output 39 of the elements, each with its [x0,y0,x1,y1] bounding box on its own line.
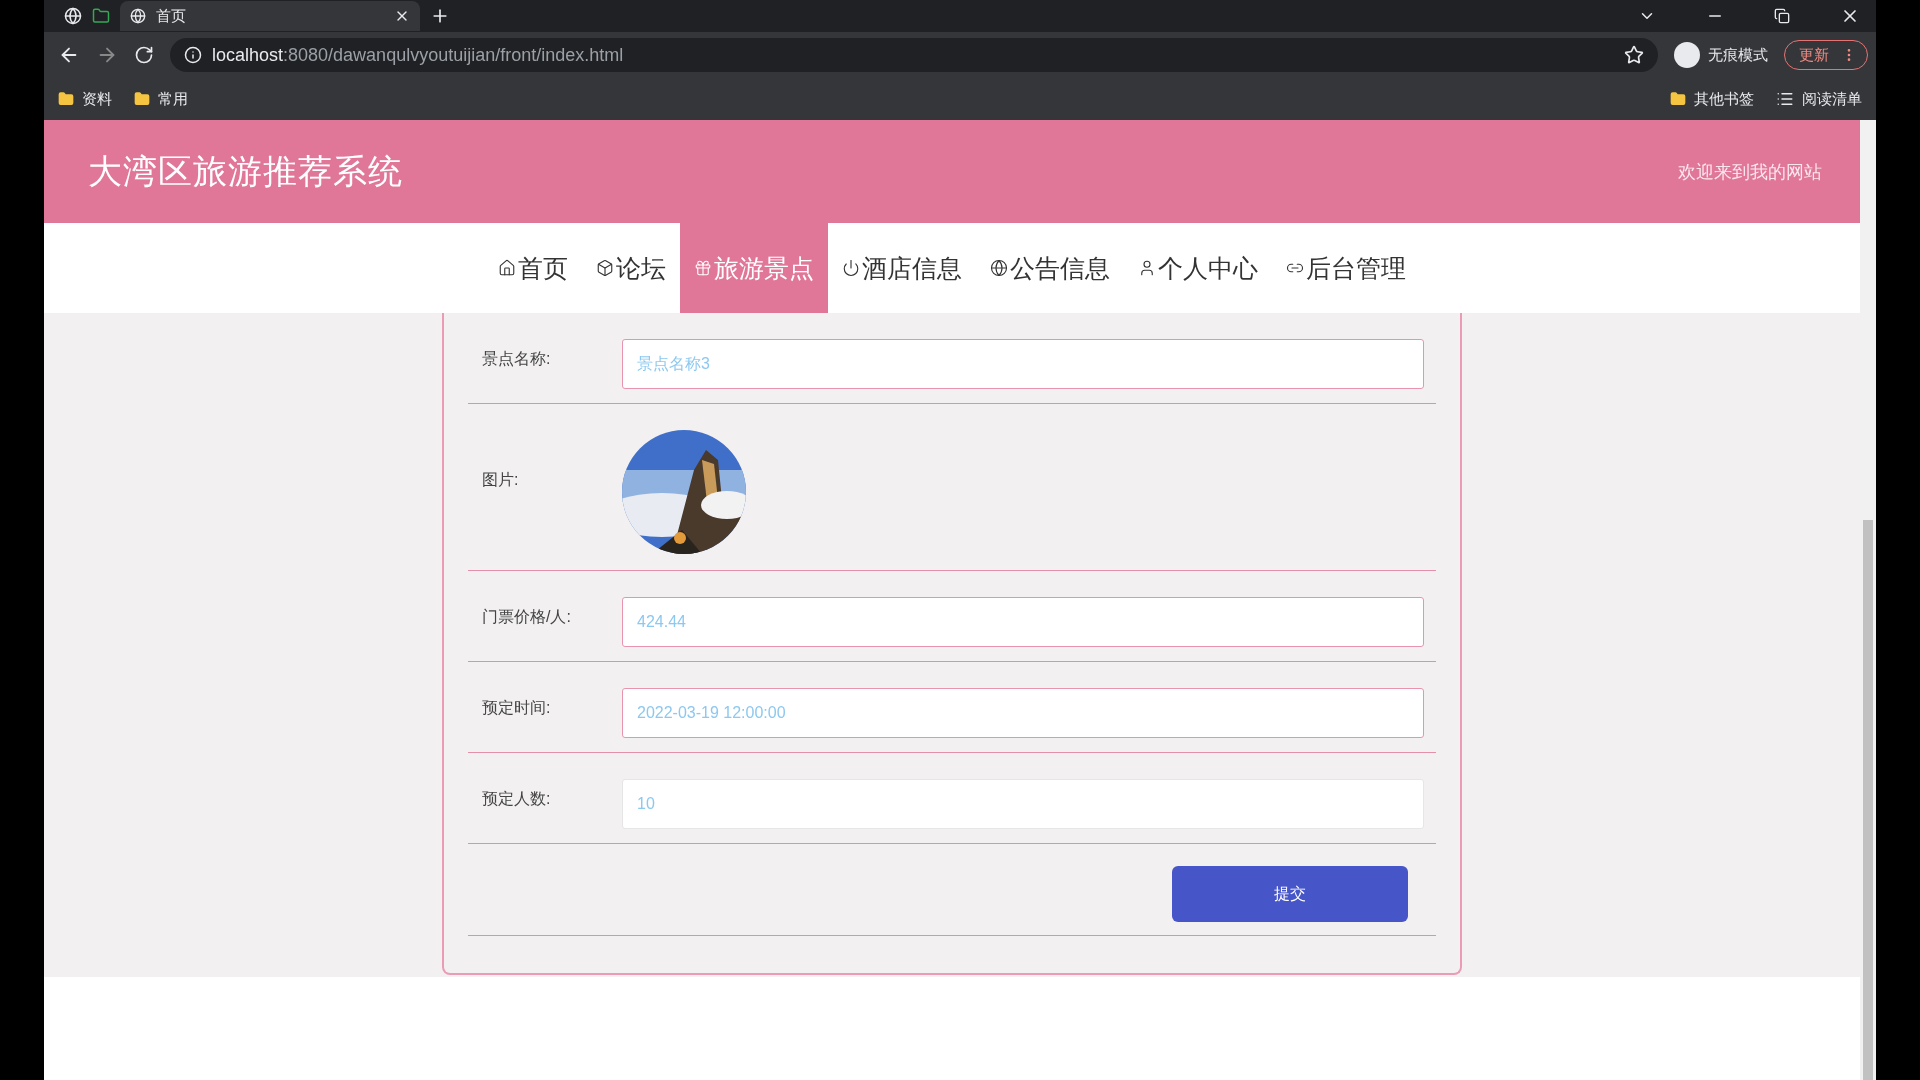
welcome-text: 欢迎来到我的网站 [1678,160,1822,184]
nav-tab[interactable]: 后台管理 [1272,223,1420,313]
bookmark[interactable]: 资料 [58,89,112,109]
globe-icon [990,259,1008,277]
star-icon[interactable] [1624,45,1644,65]
field-label: 图片: [481,470,520,490]
nav-tab[interactable]: 个人中心 [1124,223,1272,313]
globe-icon [130,8,146,24]
bookmark[interactable]: 其他书签 [1670,89,1754,109]
globe-icon[interactable] [64,7,82,25]
info-icon [184,46,202,64]
folder-icon [134,91,150,107]
folder-icon [1670,91,1686,107]
reload-icon[interactable] [134,45,154,65]
incognito-profile[interactable]: 无痕模式 [1674,42,1768,68]
url-text: localhost:8080/dawanqulvyoutuijian/front/index.html [212,44,624,66]
power-icon [842,259,860,277]
gift-icon [694,259,712,277]
home-icon [498,259,516,277]
field-label: 预定人数: [481,789,552,809]
field-label: 预定时间: [481,698,552,718]
list-icon [1776,90,1794,108]
bookmark[interactable]: 常用 [134,89,188,109]
avatar-icon [1674,42,1700,68]
submit-button[interactable]: 提交 [1172,866,1408,922]
user-icon [1138,259,1156,277]
cube-icon [596,259,614,277]
field-label: 景点名称: [481,349,552,369]
site-title: 大湾区旅游推荐系统 [88,150,403,192]
reading-list[interactable]: 阅读清单 [1776,89,1862,109]
nav-tab[interactable]: 首页 [484,223,582,313]
browser-tab[interactable]: 首页 [120,1,420,31]
nav-tab[interactable]: 公告信息 [976,223,1124,313]
restore-icon[interactable] [1774,8,1790,24]
field-label: 门票价格/人: [481,607,572,627]
folder-icon [58,91,74,107]
nav-tab[interactable]: 酒店信息 [828,223,976,313]
nav-tab[interactable]: 论坛 [582,223,680,313]
address-bar[interactable]: localhost:8080/dawanqulvyoutuijian/front/index.html [170,38,1658,72]
